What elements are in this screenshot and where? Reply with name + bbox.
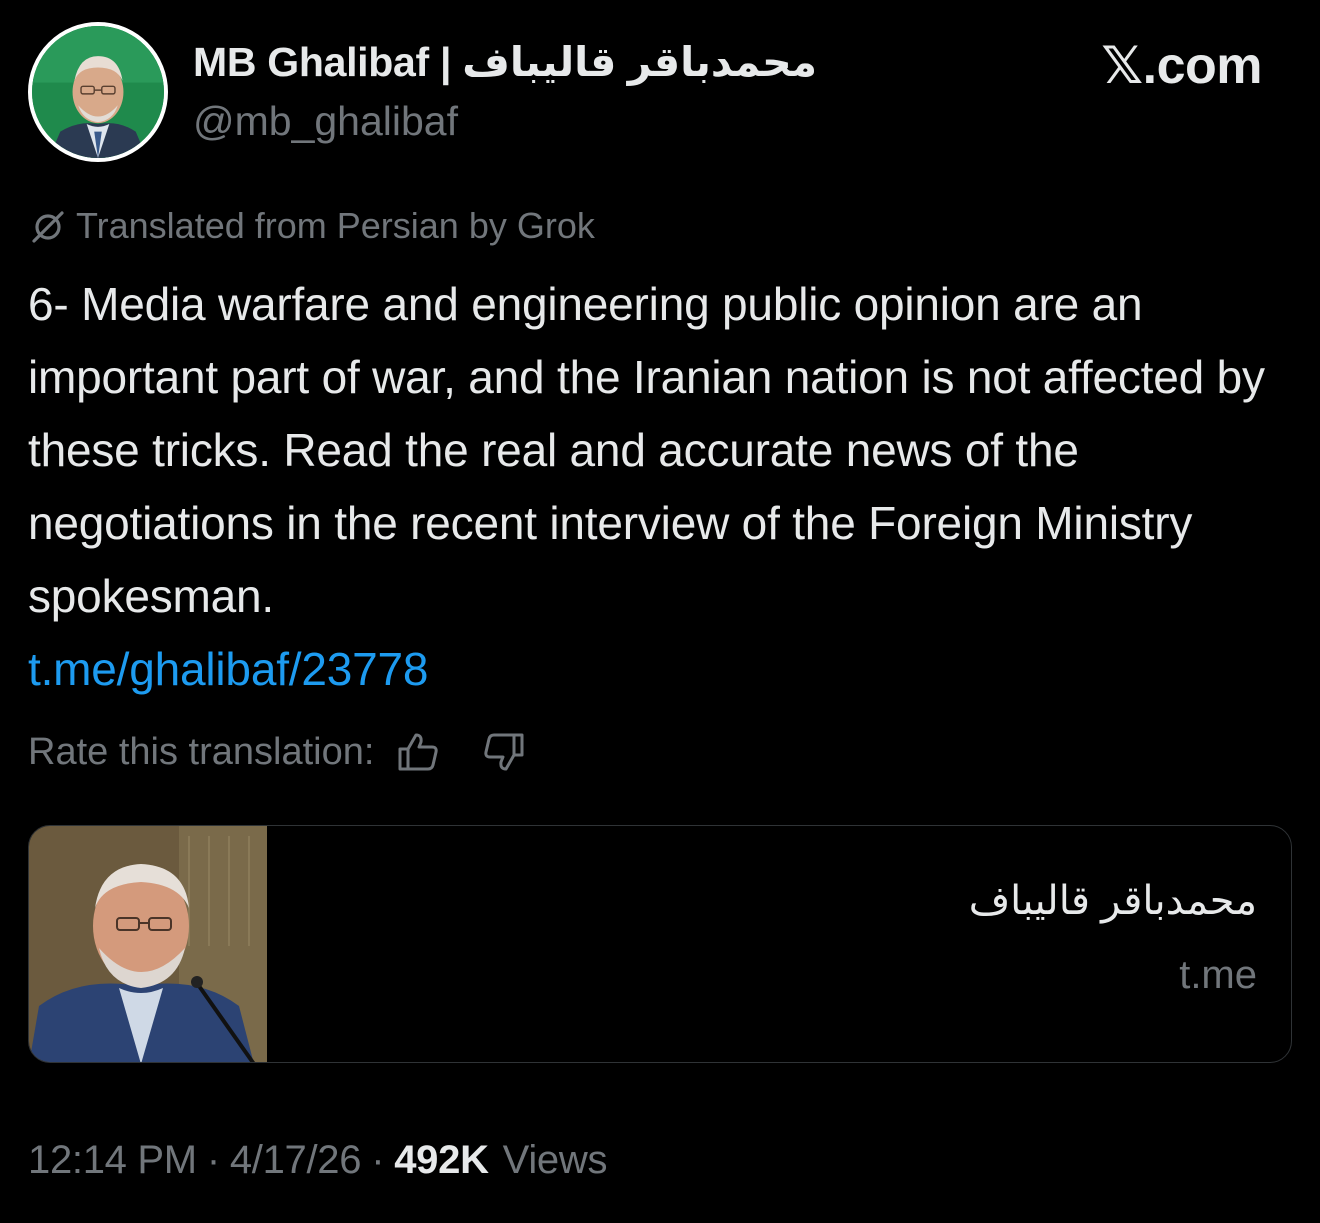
thumbs-down-icon[interactable] bbox=[480, 728, 528, 776]
tweet-text: 6- Media warfare and engineering public … bbox=[28, 268, 1298, 706]
tweet-body-text: 6- Media warfare and engineering public … bbox=[28, 278, 1265, 622]
translation-note: Translated from Persian by Grok bbox=[28, 205, 595, 247]
link-card-domain: t.me bbox=[1179, 953, 1257, 997]
views-label: Views bbox=[502, 1138, 608, 1182]
meta-separator: · bbox=[371, 1138, 385, 1182]
author-handle[interactable]: @mb_ghalibaf bbox=[193, 98, 458, 145]
views-count: 492K bbox=[394, 1138, 489, 1182]
meta-separator: · bbox=[206, 1138, 220, 1182]
tweet-link[interactable]: t.me/ghalibaf/23778 bbox=[28, 633, 1298, 706]
rate-translation-label: Rate this translation: bbox=[28, 730, 375, 773]
tweet-time[interactable]: 12:14 PM bbox=[28, 1138, 197, 1182]
author-avatar[interactable] bbox=[28, 22, 168, 162]
rate-translation-row: Rate this translation: bbox=[28, 725, 528, 779]
author-display-name[interactable]: MB Ghalibaf | محمدباقر قالیباف bbox=[193, 38, 817, 86]
thumbs-up-icon[interactable] bbox=[394, 728, 442, 776]
link-card-thumbnail bbox=[29, 826, 267, 1062]
link-preview-card[interactable]: محمدباقر قالیباف t.me bbox=[28, 825, 1292, 1063]
author-photo bbox=[32, 26, 164, 158]
link-card-title: محمدباقر قالیباف bbox=[968, 879, 1257, 923]
translation-note-text: Translated from Persian by Grok bbox=[76, 205, 595, 246]
x-com-logo: 𝕏.com bbox=[1101, 37, 1262, 95]
translate-slash-icon bbox=[28, 206, 68, 246]
tweet-meta: 12:14 PM · 4/17/26 · 492K Views bbox=[28, 1138, 607, 1183]
tweet-date[interactable]: 4/17/26 bbox=[230, 1138, 362, 1182]
link-card-photo bbox=[29, 826, 267, 1062]
